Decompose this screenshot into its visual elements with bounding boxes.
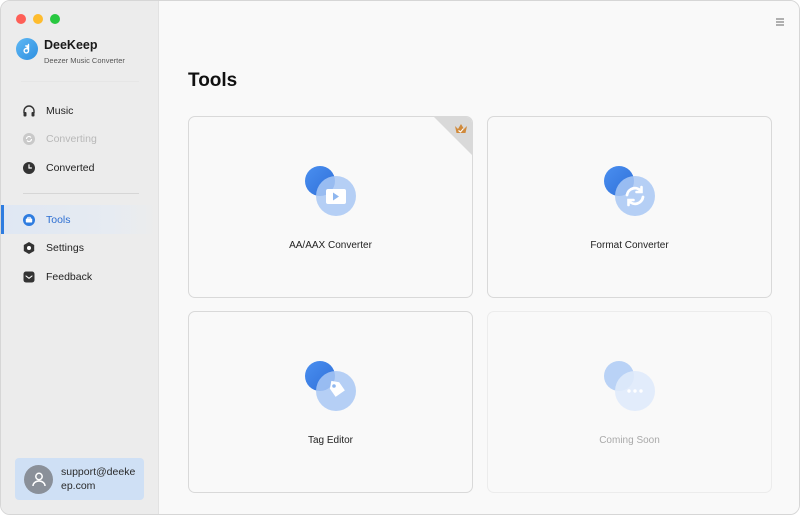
tool-card-coming-soon: Coming Soon [487, 311, 772, 493]
page-title: Tools [188, 70, 238, 91]
video-convert-icon [304, 165, 358, 219]
sidebar: DeeKeep Deezer Music Converter Music Con… [1, 1, 159, 514]
app-subtitle: Deezer Music Converter [44, 56, 125, 65]
sidebar-item-tools[interactable]: Tools [1, 205, 157, 234]
tag-icon [304, 360, 358, 414]
brand: DeeKeep Deezer Music Converter [16, 38, 125, 65]
sidebar-item-feedback[interactable]: Feedback [1, 262, 157, 291]
clock-icon [22, 161, 36, 175]
refresh-icon [603, 165, 657, 219]
app-logo-icon [16, 38, 38, 60]
more-icon [603, 360, 657, 414]
app-window: DeeKeep Deezer Music Converter Music Con… [0, 0, 800, 515]
gear-icon [22, 241, 36, 255]
sidebar-item-converted[interactable]: Converted [1, 153, 157, 182]
sidebar-item-label: Tools [46, 213, 71, 226]
sidebar-divider [23, 193, 139, 194]
sidebar-item-label: Settings [46, 241, 84, 254]
mail-icon [22, 270, 36, 284]
app-name: DeeKeep [44, 38, 98, 52]
tool-card-tag-editor[interactable]: Tag Editor [188, 311, 473, 493]
sidebar-item-label: Converting [46, 132, 97, 145]
minimize-window-button[interactable] [33, 14, 43, 24]
tool-card-label: AA/AAX Converter [289, 240, 372, 251]
close-window-button[interactable] [16, 14, 26, 24]
support-email: support@deekeep.com [61, 466, 136, 492]
avatar [24, 464, 53, 494]
main-content: Tools AA/AAX Converter Format Converter … [159, 1, 799, 514]
tool-card-label: Coming Soon [599, 435, 660, 446]
sidebar-item-settings[interactable]: Settings [1, 233, 157, 262]
hamburger-menu-icon[interactable] [775, 14, 785, 26]
sidebar-item-label: Music [46, 104, 74, 117]
premium-crown-icon [453, 121, 469, 137]
converting-icon [22, 132, 36, 146]
sidebar-item-label: Feedback [46, 270, 93, 283]
sidebar-item-label: Converted [46, 161, 95, 174]
zoom-window-button[interactable] [50, 14, 60, 24]
tool-card-label: Tag Editor [307, 435, 354, 446]
brand-divider [21, 81, 139, 82]
window-controls [16, 14, 60, 24]
tool-card-aax-converter[interactable]: AA/AAX Converter [188, 116, 473, 298]
headphones-icon [22, 104, 36, 118]
sidebar-item-music[interactable]: Music [1, 96, 157, 125]
sidebar-item-converting[interactable]: Converting [1, 124, 157, 153]
tool-card-format-converter[interactable]: Format Converter [487, 116, 772, 298]
toolbox-icon [22, 213, 36, 227]
tool-card-label: Format Converter [590, 240, 669, 251]
support-contact[interactable]: support@deekeep.com [15, 458, 144, 500]
